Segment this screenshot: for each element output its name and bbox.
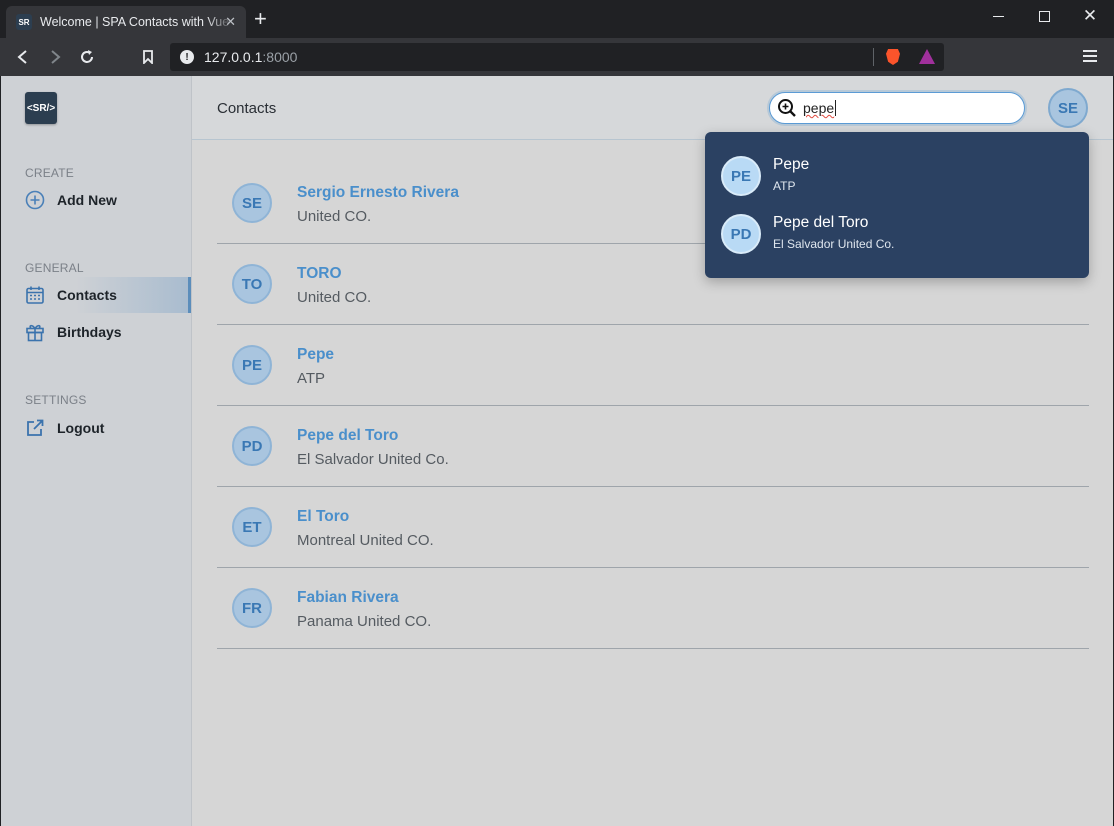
section-label-general: GENERAL xyxy=(25,261,84,275)
tab-favicon-icon: SR xyxy=(16,14,32,30)
url-port: :8000 xyxy=(262,49,298,65)
contact-avatar: ET xyxy=(232,507,272,547)
search-result-item[interactable]: PE Pepe ATP xyxy=(705,151,1089,201)
sidebar-item-contacts[interactable]: Contacts xyxy=(1,277,191,313)
search-result-name: Pepe xyxy=(773,156,810,173)
search-results-dropdown: PE Pepe ATP PD Pepe del Toro El Salvador… xyxy=(705,132,1089,278)
external-link-icon xyxy=(25,418,45,438)
back-icon[interactable] xyxy=(13,47,33,67)
contact-name[interactable]: Sergio Ernesto Rivera xyxy=(297,184,459,202)
search-result-company: El Salvador United Co. xyxy=(773,237,895,251)
url-host: 127.0.0.1 xyxy=(204,49,263,65)
contact-company: Montreal United CO. xyxy=(297,532,434,549)
contact-name[interactable]: Pepe xyxy=(297,346,334,364)
brave-rewards-icon[interactable] xyxy=(919,49,935,64)
tab-close-icon[interactable]: ✕ xyxy=(225,14,236,30)
contact-company: United CO. xyxy=(297,208,372,225)
search-result-avatar: PE xyxy=(721,156,761,196)
search-result-company: ATP xyxy=(773,179,796,193)
contact-company: El Salvador United Co. xyxy=(297,451,449,468)
search-input[interactable]: pepe xyxy=(769,92,1025,124)
forward-icon[interactable] xyxy=(45,47,65,67)
contact-avatar: FR xyxy=(232,588,272,628)
section-label-create: CREATE xyxy=(25,166,74,180)
contact-row[interactable]: PD Pepe del Toro El Salvador United Co. xyxy=(217,406,1089,487)
contact-name[interactable]: TORO xyxy=(297,265,342,283)
browser-toolbar: ! 127.0.0.1:8000 xyxy=(0,38,1114,76)
user-avatar[interactable]: SE xyxy=(1048,88,1088,128)
window-close-icon[interactable]: ✕ xyxy=(1075,6,1105,26)
reload-icon[interactable] xyxy=(77,47,97,67)
contact-company: United CO. xyxy=(297,289,372,306)
section-label-settings: SETTINGS xyxy=(25,393,87,407)
sidebar-item-logout[interactable]: Logout xyxy=(1,410,191,446)
calendar-icon xyxy=(25,285,45,305)
sidebar-item-label: Contacts xyxy=(57,287,117,303)
search-result-name: Pepe del Toro xyxy=(773,214,869,231)
contact-name[interactable]: Fabian Rivera xyxy=(297,589,399,607)
contact-avatar: TO xyxy=(232,264,272,304)
sidebar-item-add-new[interactable]: Add New xyxy=(1,182,191,218)
contact-avatar: PD xyxy=(232,426,272,466)
browser-tab-bar: SR Welcome | SPA Contacts with Vue ✕ + ✕ xyxy=(0,0,1114,38)
contact-avatar: SE xyxy=(232,183,272,223)
app-page: <SR/> CREATE Add New GENERAL Contacts Bi… xyxy=(1,76,1113,826)
zoom-search-icon xyxy=(777,98,797,118)
contact-company: ATP xyxy=(297,370,326,387)
contact-avatar: PE xyxy=(232,345,272,385)
browser-tab[interactable]: SR Welcome | SPA Contacts with Vue ✕ xyxy=(6,6,246,38)
maximize-icon[interactable] xyxy=(1029,6,1059,26)
new-tab-icon[interactable]: + xyxy=(254,8,267,30)
bookmark-icon[interactable] xyxy=(138,47,158,67)
page-title: Contacts xyxy=(217,100,277,117)
browser-menu-icon[interactable] xyxy=(1083,50,1097,65)
text-caret xyxy=(835,100,837,116)
contact-row[interactable]: PE Pepe ATP xyxy=(217,325,1089,406)
tab-title: Welcome | SPA Contacts with Vue xyxy=(40,15,230,29)
sidebar-item-label: Logout xyxy=(57,420,105,436)
search-input-value: pepe xyxy=(803,100,835,116)
sidebar: <SR/> CREATE Add New GENERAL Contacts Bi… xyxy=(1,76,192,826)
contact-company: Panama United CO. xyxy=(297,613,432,630)
contact-name[interactable]: El Toro xyxy=(297,508,349,526)
plus-circle-icon xyxy=(25,190,45,210)
contact-name[interactable]: Pepe del Toro xyxy=(297,427,398,445)
brave-shields-icon[interactable] xyxy=(886,49,900,65)
top-header: Contacts pepe SE xyxy=(192,76,1113,140)
app-logo[interactable]: <SR/> xyxy=(25,92,57,124)
omnibox-divider xyxy=(873,48,874,66)
sidebar-item-label: Birthdays xyxy=(57,324,122,340)
info-icon[interactable]: ! xyxy=(180,50,194,64)
contact-row[interactable]: FR Fabian Rivera Panama United CO. xyxy=(217,568,1089,649)
gift-icon xyxy=(25,322,45,342)
minimize-icon[interactable] xyxy=(983,6,1013,26)
search-result-avatar: PD xyxy=(721,214,761,254)
sidebar-item-label: Add New xyxy=(57,192,117,208)
sidebar-item-birthdays[interactable]: Birthdays xyxy=(1,314,191,350)
contact-row[interactable]: ET El Toro Montreal United CO. xyxy=(217,487,1089,568)
search-result-item[interactable]: PD Pepe del Toro El Salvador United Co. xyxy=(705,209,1089,259)
address-bar[interactable]: ! 127.0.0.1:8000 xyxy=(170,43,944,71)
